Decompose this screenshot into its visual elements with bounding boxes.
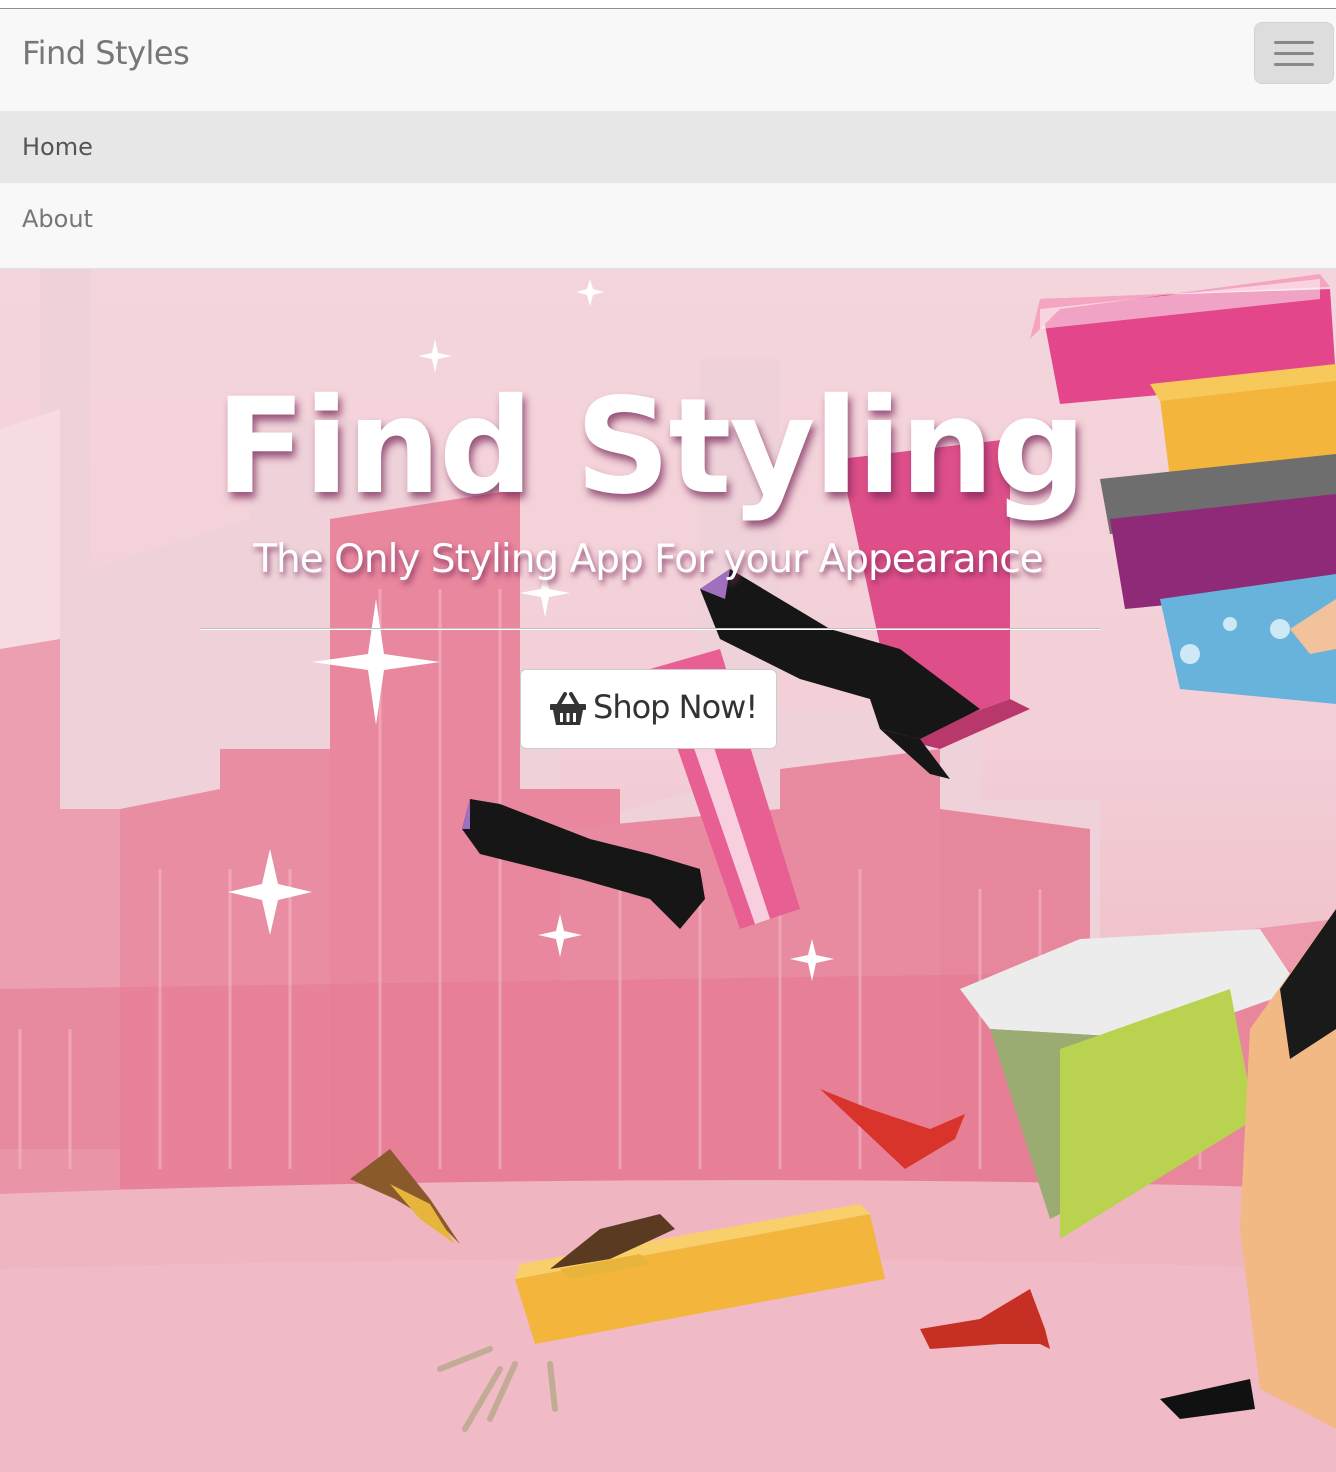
hero-section: Find Styling The Only Styling App For yo…	[0, 269, 1336, 1472]
navbar-brand[interactable]: Find Styles	[22, 34, 190, 72]
hero-title: Find Styling	[215, 370, 1087, 524]
hero-subtitle: The Only Styling App For your Appearance	[253, 537, 1044, 582]
navbar-toggle-button[interactable]	[1254, 22, 1334, 84]
hero-divider	[200, 628, 1100, 630]
shopping-basket-icon	[549, 692, 587, 726]
navbar: Find Styles	[0, 9, 1336, 111]
nav-item-home[interactable]: Home	[0, 111, 1336, 183]
top-border	[0, 0, 1336, 9]
nav-menu: Home About	[0, 111, 1336, 269]
shop-now-button[interactable]: Shop Now!	[520, 669, 777, 749]
shop-now-label: Shop Now!	[593, 688, 758, 726]
nav-item-about[interactable]: About	[0, 183, 1336, 255]
